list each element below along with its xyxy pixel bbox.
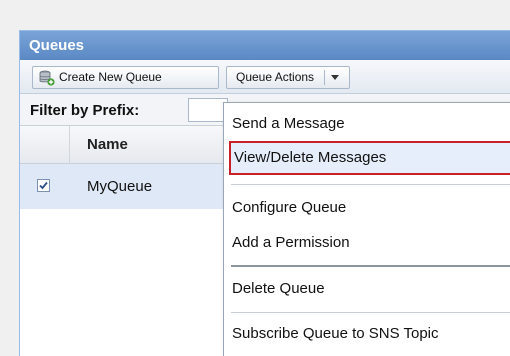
- create-new-queue-label: Create New Queue: [59, 70, 162, 84]
- queue-actions-button[interactable]: Queue Actions: [226, 66, 350, 89]
- menu-divider: [231, 312, 510, 313]
- split-separator: [324, 70, 325, 85]
- queue-name-cell: MyQueue: [87, 178, 153, 195]
- row-checkbox[interactable]: [37, 179, 50, 192]
- screen: Queues Create New Queue Queue Actions Fi…: [0, 0, 510, 356]
- menu-item-add-permission[interactable]: Add a Permission: [224, 229, 510, 257]
- panel-title: Queues: [20, 31, 510, 60]
- column-header-name[interactable]: Name: [87, 136, 128, 153]
- dropdown-arrow-icon[interactable]: [331, 75, 339, 80]
- checkmark-icon: [39, 181, 48, 190]
- database-add-icon: [39, 70, 55, 86]
- toolbar: Create New Queue Queue Actions: [20, 60, 510, 94]
- queue-actions-label: Queue Actions: [236, 70, 315, 84]
- create-new-queue-button[interactable]: Create New Queue: [32, 66, 219, 89]
- menu-item-send-message[interactable]: Send a Message: [224, 110, 510, 138]
- menu-divider: [231, 265, 510, 267]
- menu-divider: [231, 184, 510, 185]
- menu-item-configure-queue[interactable]: Configure Queue: [224, 194, 510, 222]
- filter-prefix-input[interactable]: [188, 98, 228, 122]
- menu-item-delete-queue[interactable]: Delete Queue: [224, 275, 510, 303]
- queue-actions-menu: Send a Message View/Delete Messages Conf…: [223, 102, 510, 356]
- menu-item-subscribe-sns[interactable]: Subscribe Queue to SNS Topic: [224, 320, 510, 348]
- menu-item-view-delete-messages[interactable]: View/Delete Messages: [229, 141, 510, 175]
- select-all-column[interactable]: [20, 126, 70, 163]
- filter-label: Filter by Prefix:: [30, 102, 140, 119]
